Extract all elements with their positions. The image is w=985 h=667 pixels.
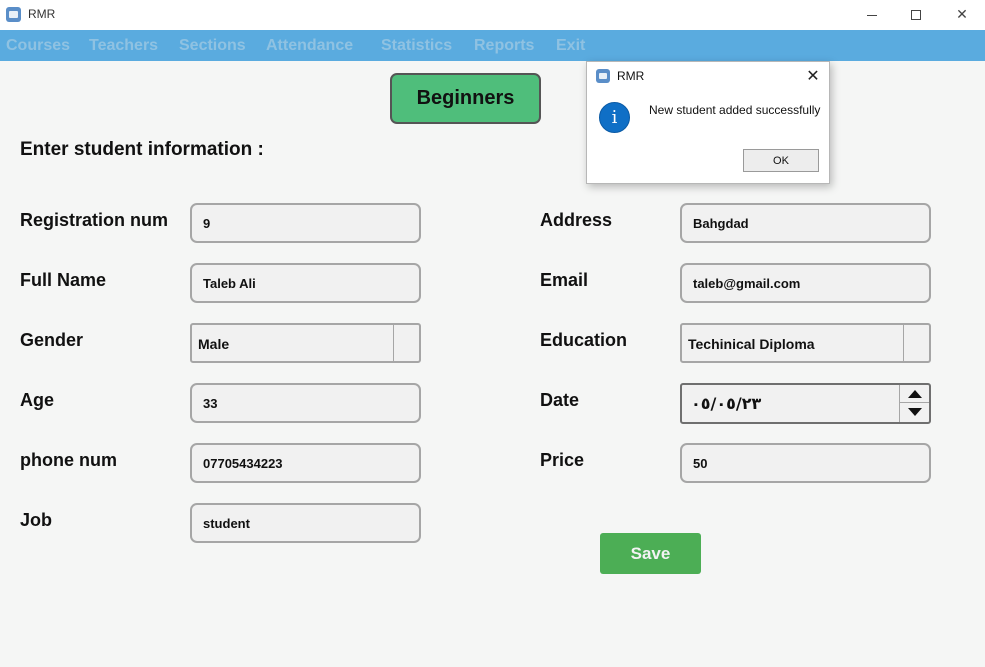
menu-item-exit[interactable]: Exit — [556, 37, 585, 55]
minimize-icon — [867, 14, 877, 16]
menu-item-courses[interactable]: Courses — [6, 37, 70, 55]
spin-up-arrow-icon — [907, 389, 922, 398]
gender-label: Gender — [20, 330, 84, 350]
dropdown-arrow-icon[interactable] — [393, 325, 419, 361]
close-button[interactable]: ✕ — [939, 0, 985, 30]
dropdown-arrow-icon[interactable] — [903, 325, 929, 361]
gender-value: Male — [198, 336, 230, 352]
maximize-button[interactable] — [893, 0, 939, 30]
app-icon — [6, 7, 21, 22]
window-titlebar: RMR ✕ — [0, 0, 985, 30]
job-input[interactable]: student — [190, 503, 421, 543]
full-name-input[interactable]: Taleb Ali — [190, 263, 421, 303]
menu-item-reports[interactable]: Reports — [474, 37, 534, 55]
phone-num-input[interactable]: 07705434223 — [190, 443, 421, 483]
spin-up-button[interactable] — [900, 385, 929, 403]
app-icon — [596, 69, 610, 83]
registration-num-input[interactable]: 9 — [190, 203, 421, 243]
price-label: Price — [540, 450, 585, 470]
menu-item-teachers[interactable]: Teachers — [89, 37, 158, 55]
age-input[interactable]: 33 — [190, 383, 421, 423]
dialog-message: New student added successfully — [649, 103, 821, 117]
address-label: Address — [540, 210, 613, 230]
education-combobox[interactable]: Techinical Diploma — [680, 323, 931, 363]
full-name-label: Full Name — [20, 270, 107, 290]
maximize-icon — [911, 10, 921, 20]
close-icon: ✕ — [956, 7, 968, 23]
course-level-label: Beginners — [390, 73, 541, 124]
save-button[interactable]: Save — [600, 533, 701, 574]
phone-num-label: phone num — [20, 450, 117, 470]
menu-item-statistics[interactable]: Statistics — [381, 37, 452, 55]
spin-buttons — [899, 385, 929, 422]
dialog-titlebar: RMR ✕ — [587, 62, 829, 90]
minimize-button[interactable] — [849, 0, 895, 30]
message-dialog: RMR ✕ i New student added successfully O… — [586, 61, 830, 184]
age-label: Age — [20, 390, 55, 410]
date-label: Date — [540, 390, 580, 410]
price-input[interactable]: 50 — [680, 443, 931, 483]
date-value: ٠٥/٠٥/٢٣ — [691, 394, 762, 413]
ok-button[interactable]: OK — [743, 149, 819, 172]
spin-down-button[interactable] — [900, 403, 929, 421]
info-icon: i — [599, 102, 630, 133]
job-label: Job — [20, 510, 53, 530]
dialog-title: RMR — [617, 69, 645, 83]
spin-down-arrow-icon — [907, 408, 922, 416]
window-title: RMR — [28, 7, 56, 21]
gender-combobox[interactable]: Male — [190, 323, 421, 363]
address-input[interactable]: Bahgdad — [680, 203, 931, 243]
form-title: Enter student information : — [20, 139, 264, 160]
menu-item-attendance[interactable]: Attendance — [266, 37, 353, 55]
menu-item-sections[interactable]: Sections — [179, 37, 246, 55]
dialog-close-button[interactable]: ✕ — [803, 65, 823, 85]
registration-num-label: Registration num — [20, 210, 169, 230]
education-value: Techinical Diploma — [688, 336, 815, 352]
menu-bar: Courses Teachers Sections Attendance Sta… — [0, 30, 985, 61]
email-input[interactable]: taleb@gmail.com — [680, 263, 931, 303]
email-label: Email — [540, 270, 589, 290]
date-spinbox[interactable]: ٠٥/٠٥/٢٣ — [680, 383, 931, 424]
education-label: Education — [540, 330, 628, 350]
